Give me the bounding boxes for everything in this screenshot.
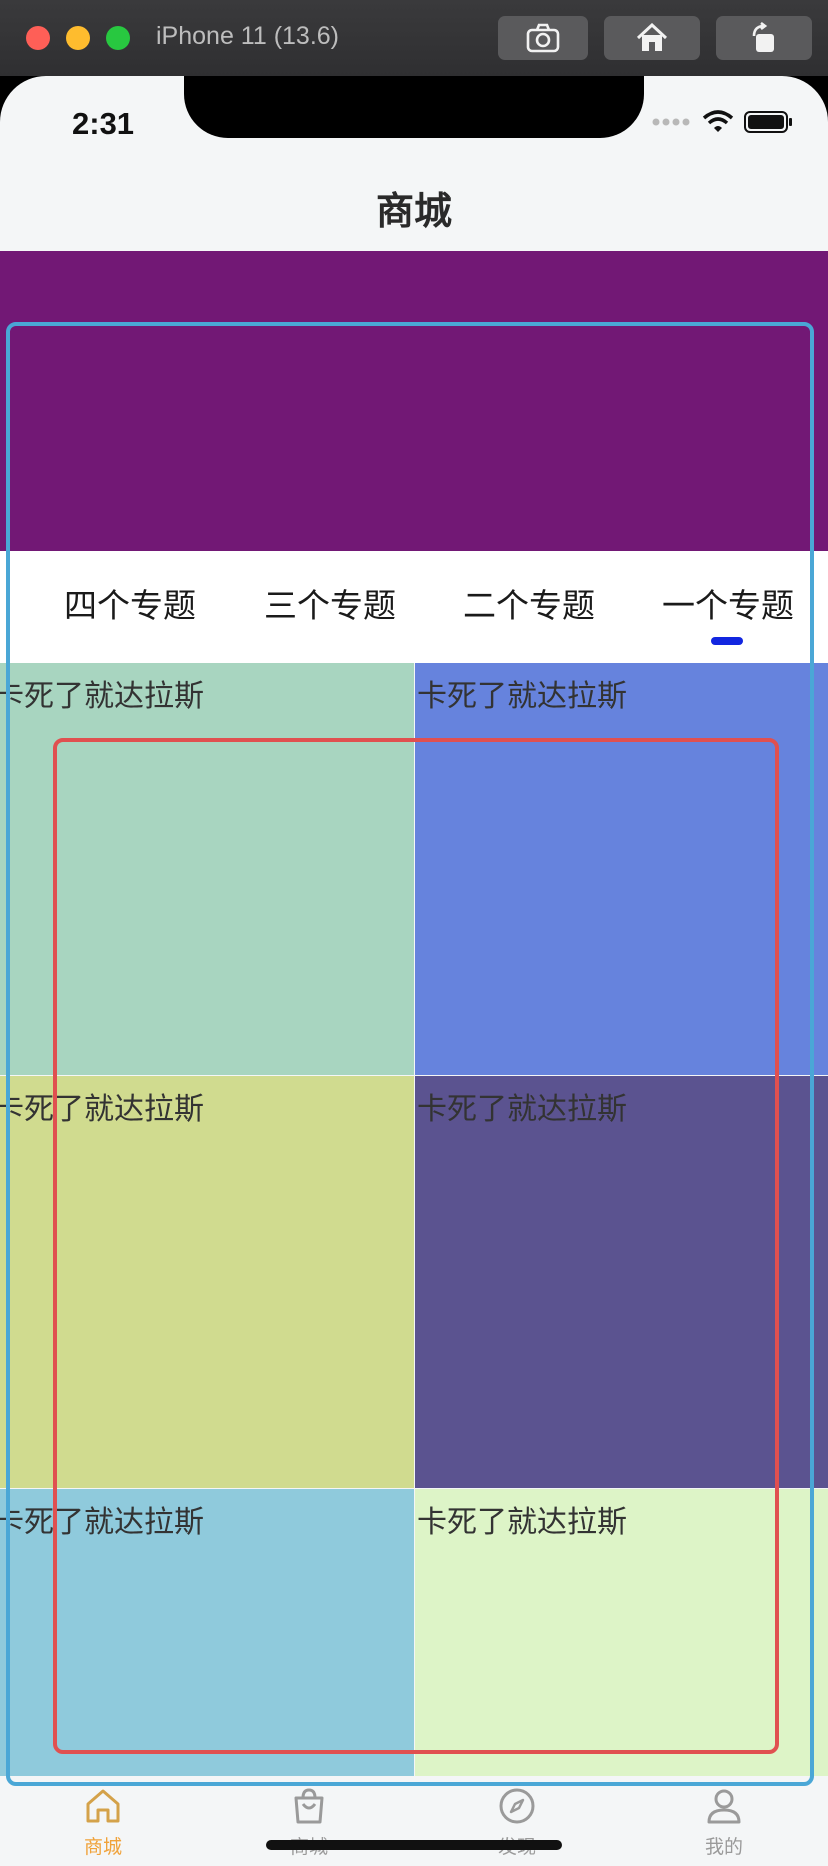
page-title: 商城 xyxy=(375,189,452,233)
minimize-window-button[interactable] xyxy=(66,26,90,50)
close-window-button[interactable] xyxy=(26,26,50,50)
compass-icon xyxy=(499,1788,535,1824)
tabbar-label: 商城 xyxy=(83,1836,122,1858)
battery-icon xyxy=(744,111,792,133)
bag-icon xyxy=(294,1788,324,1824)
simulator-title: iPhone 11 (13.6) xyxy=(156,22,339,50)
app-display: 2:31 商城 四个专题 三个专题 二个专题 一个专题 卡死了就达拉斯 卡死了就… xyxy=(0,76,828,1866)
notch xyxy=(184,76,644,138)
rotate-button[interactable] xyxy=(716,16,812,60)
tabbar-item-mine[interactable]: 我的 xyxy=(664,1776,784,1859)
zoom-window-button[interactable] xyxy=(106,26,130,50)
tabbar-item-mall[interactable]: 商城 xyxy=(43,1776,163,1859)
rotate-icon xyxy=(752,22,774,52)
screenshot-button[interactable] xyxy=(498,16,588,60)
bottom-tab-bar: 商城 商城 发现 xyxy=(0,1776,828,1866)
home-icon xyxy=(86,1789,120,1823)
simulator-title-bar: iPhone 11 (13.6) xyxy=(0,0,828,77)
annotation-box-inner xyxy=(53,738,779,1754)
home-button[interactable] xyxy=(604,16,700,60)
tabbar-label: 我的 xyxy=(704,1836,743,1858)
camera-icon xyxy=(526,23,560,53)
signal-dots-icon xyxy=(652,118,690,126)
phone-screen: 2:31 商城 四个专题 三个专题 二个专题 一个专题 卡死了就达拉斯 卡死了就… xyxy=(0,76,828,1866)
wifi-icon xyxy=(702,110,734,132)
status-time: 2:31 xyxy=(72,106,135,141)
home-indicator xyxy=(266,1840,562,1850)
status-icons xyxy=(652,110,794,134)
home-icon xyxy=(636,23,668,51)
user-icon xyxy=(707,1789,741,1824)
